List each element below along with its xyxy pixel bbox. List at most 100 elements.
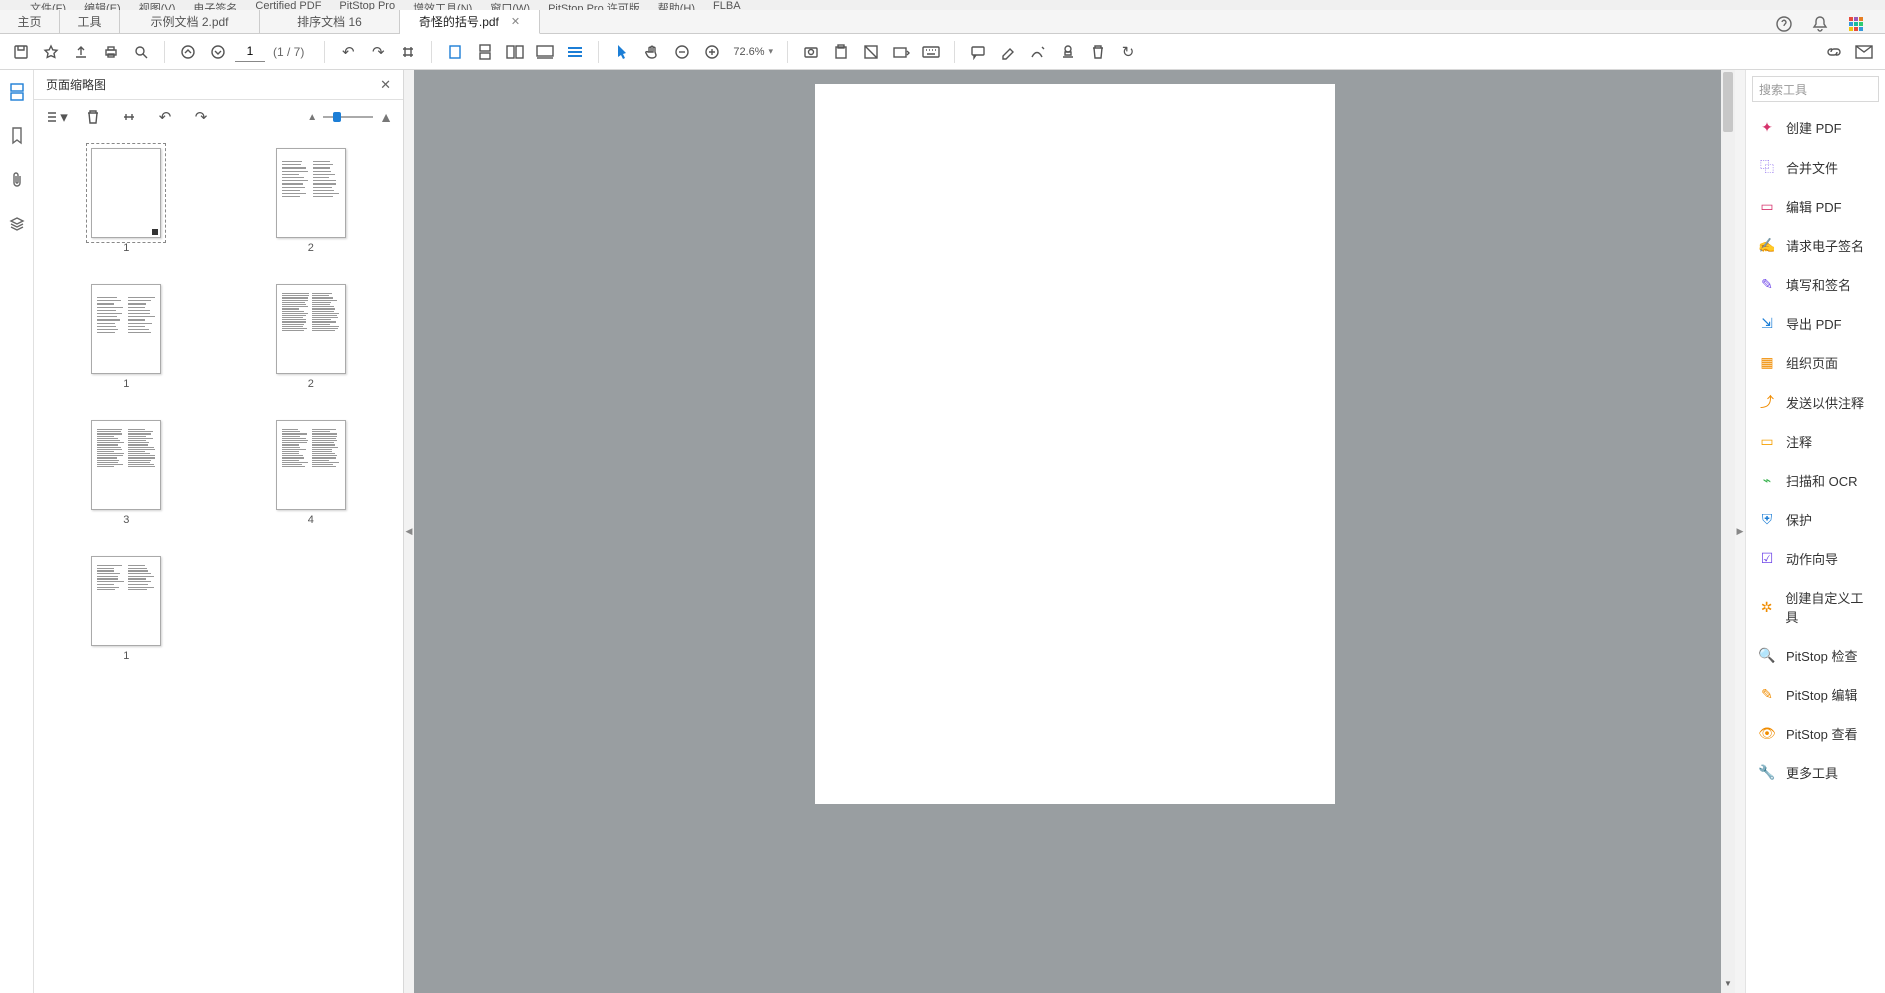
tool-item[interactable]: ✍请求电子签名: [1746, 226, 1885, 265]
link-icon[interactable]: [1821, 39, 1847, 65]
thumbnails-rail-icon[interactable]: [5, 80, 29, 104]
apps-grid-icon[interactable]: [1847, 15, 1865, 33]
bookmark-rail-icon[interactable]: [5, 124, 29, 148]
thumbnail-item[interactable]: 1: [91, 284, 161, 390]
print-icon[interactable]: [98, 39, 124, 65]
vertical-scrollbar[interactable]: ▲ ▼: [1721, 70, 1735, 993]
undo-icon[interactable]: ↶: [152, 104, 178, 130]
page-crop-icon[interactable]: [395, 39, 421, 65]
save-icon[interactable]: [8, 39, 34, 65]
page-number-input[interactable]: [235, 42, 265, 62]
menu-item[interactable]: 视图(V): [139, 0, 176, 10]
clipboard-icon[interactable]: [828, 39, 854, 65]
thumbnail-item[interactable]: 1: [91, 556, 161, 662]
menu-item[interactable]: 文件(F): [30, 0, 66, 10]
attachment-rail-icon[interactable]: [5, 168, 29, 192]
pointer-tool-icon[interactable]: [609, 39, 635, 65]
tab[interactable]: 主页: [0, 10, 60, 33]
redo-icon[interactable]: ↷: [188, 104, 214, 130]
close-panel-icon[interactable]: ✕: [380, 77, 391, 93]
tab-close-icon[interactable]: ✕: [511, 15, 520, 28]
menu-item[interactable]: PitStop Pro: [339, 0, 395, 10]
scrolling-view-icon[interactable]: [472, 39, 498, 65]
search-icon[interactable]: [128, 39, 154, 65]
document-viewport[interactable]: ▲ ▼: [414, 70, 1735, 993]
menu-item[interactable]: FLBA: [713, 0, 741, 10]
menu-item[interactable]: 增效工具(N): [413, 0, 472, 10]
tool-item[interactable]: ▦组织页面: [1746, 343, 1885, 382]
tab[interactable]: 示例文档 2.pdf: [120, 10, 260, 33]
thumbnail-item[interactable]: 1: [91, 148, 161, 254]
rotate-cw-icon[interactable]: ↷: [365, 39, 391, 65]
tool-item[interactable]: ⤴发送以供注释: [1746, 382, 1885, 422]
two-page-view-icon[interactable]: [502, 39, 528, 65]
read-mode-icon[interactable]: [562, 39, 588, 65]
layers-rail-icon[interactable]: [5, 212, 29, 236]
scroll-down-icon[interactable]: ▼: [1721, 979, 1735, 993]
menu-item[interactable]: 窗口(W): [490, 0, 530, 10]
page-down-icon[interactable]: [205, 39, 231, 65]
collapse-left-handle[interactable]: ◀: [404, 70, 414, 993]
tool-item[interactable]: ☑动作向导: [1746, 539, 1885, 578]
tool-item[interactable]: ✎填写和签名: [1746, 265, 1885, 304]
tools-search-input[interactable]: 搜索工具: [1752, 76, 1879, 102]
tool-item[interactable]: ▭注释: [1746, 422, 1885, 461]
comment-icon[interactable]: [965, 39, 991, 65]
snapshot-icon[interactable]: [798, 39, 824, 65]
draw-icon[interactable]: [1025, 39, 1051, 65]
tool-item[interactable]: ✎PitStop 编辑: [1746, 675, 1885, 714]
keyboard-icon[interactable]: [918, 39, 944, 65]
tool-item[interactable]: ⛨保护: [1746, 500, 1885, 539]
zoom-level[interactable]: 72.6% ▾: [729, 46, 777, 58]
thumbnail-item[interactable]: 3: [91, 420, 161, 526]
thumbnails-scroll[interactable]: 1 2 1 2 3 4 1: [34, 138, 403, 993]
zoom-thumbs-small-icon[interactable]: ▲: [307, 112, 317, 123]
zoom-thumbs-large-icon[interactable]: ▲: [379, 109, 393, 125]
star-icon[interactable]: [38, 39, 64, 65]
measure-icon[interactable]: [858, 39, 884, 65]
highlight-icon[interactable]: [995, 39, 1021, 65]
scroll-thumb[interactable]: [1723, 72, 1733, 132]
tool-item[interactable]: ⇲导出 PDF: [1746, 304, 1885, 343]
menu-item[interactable]: PitStop Pro 许可版: [548, 0, 640, 10]
toolbox-dropdown-icon[interactable]: [888, 39, 914, 65]
tool-item[interactable]: 🔍PitStop 检查: [1746, 636, 1885, 675]
presentation-icon[interactable]: [532, 39, 558, 65]
tool-item[interactable]: ⌁扫描和 OCR: [1746, 461, 1885, 500]
tool-item[interactable]: 👁PitStop 查看: [1746, 714, 1885, 753]
menu-item[interactable]: 电子签名: [193, 0, 237, 10]
collapse-right-handle[interactable]: ▶: [1735, 70, 1745, 993]
tab[interactable]: 工具: [60, 10, 120, 33]
thumbnail-item[interactable]: 2: [276, 148, 346, 254]
mail-icon[interactable]: [1851, 39, 1877, 65]
thumb-size-slider[interactable]: [323, 116, 373, 118]
page-up-icon[interactable]: [175, 39, 201, 65]
refresh-icon[interactable]: ↻: [1115, 39, 1141, 65]
page-cut-icon[interactable]: [116, 104, 142, 130]
menu-item[interactable]: Certified PDF: [255, 0, 321, 10]
zoom-in-icon[interactable]: [699, 39, 725, 65]
tool-item[interactable]: ✲创建自定义工具: [1746, 578, 1885, 636]
rotate-ccw-icon[interactable]: ↶: [335, 39, 361, 65]
thumbnail-item[interactable]: 4: [276, 420, 346, 526]
hand-tool-icon[interactable]: [639, 39, 665, 65]
tool-item[interactable]: 🔧更多工具: [1746, 753, 1885, 792]
upload-icon[interactable]: [68, 39, 94, 65]
tool-item[interactable]: ▭编辑 PDF: [1746, 187, 1885, 226]
delete-icon[interactable]: [1085, 39, 1111, 65]
single-page-view-icon[interactable]: [442, 39, 468, 65]
help-icon[interactable]: [1775, 15, 1793, 33]
notification-bell-icon[interactable]: [1811, 15, 1829, 33]
stamp-icon[interactable]: [1055, 39, 1081, 65]
tool-item[interactable]: ✦创建 PDF: [1746, 108, 1885, 147]
tool-item[interactable]: ⿻合并文件: [1746, 147, 1885, 187]
thumbnail-label: 4: [276, 514, 346, 526]
thumbnail-item[interactable]: 2: [276, 284, 346, 390]
menu-item[interactable]: 编辑(E): [84, 0, 121, 10]
list-options-icon[interactable]: ▾: [44, 104, 70, 130]
menu-item[interactable]: 帮助(H): [658, 0, 695, 10]
tab[interactable]: 排序文档 16: [260, 10, 400, 33]
trash-icon[interactable]: [80, 104, 106, 130]
tab[interactable]: 奇怪的括号.pdf✕: [400, 10, 540, 34]
zoom-out-icon[interactable]: [669, 39, 695, 65]
